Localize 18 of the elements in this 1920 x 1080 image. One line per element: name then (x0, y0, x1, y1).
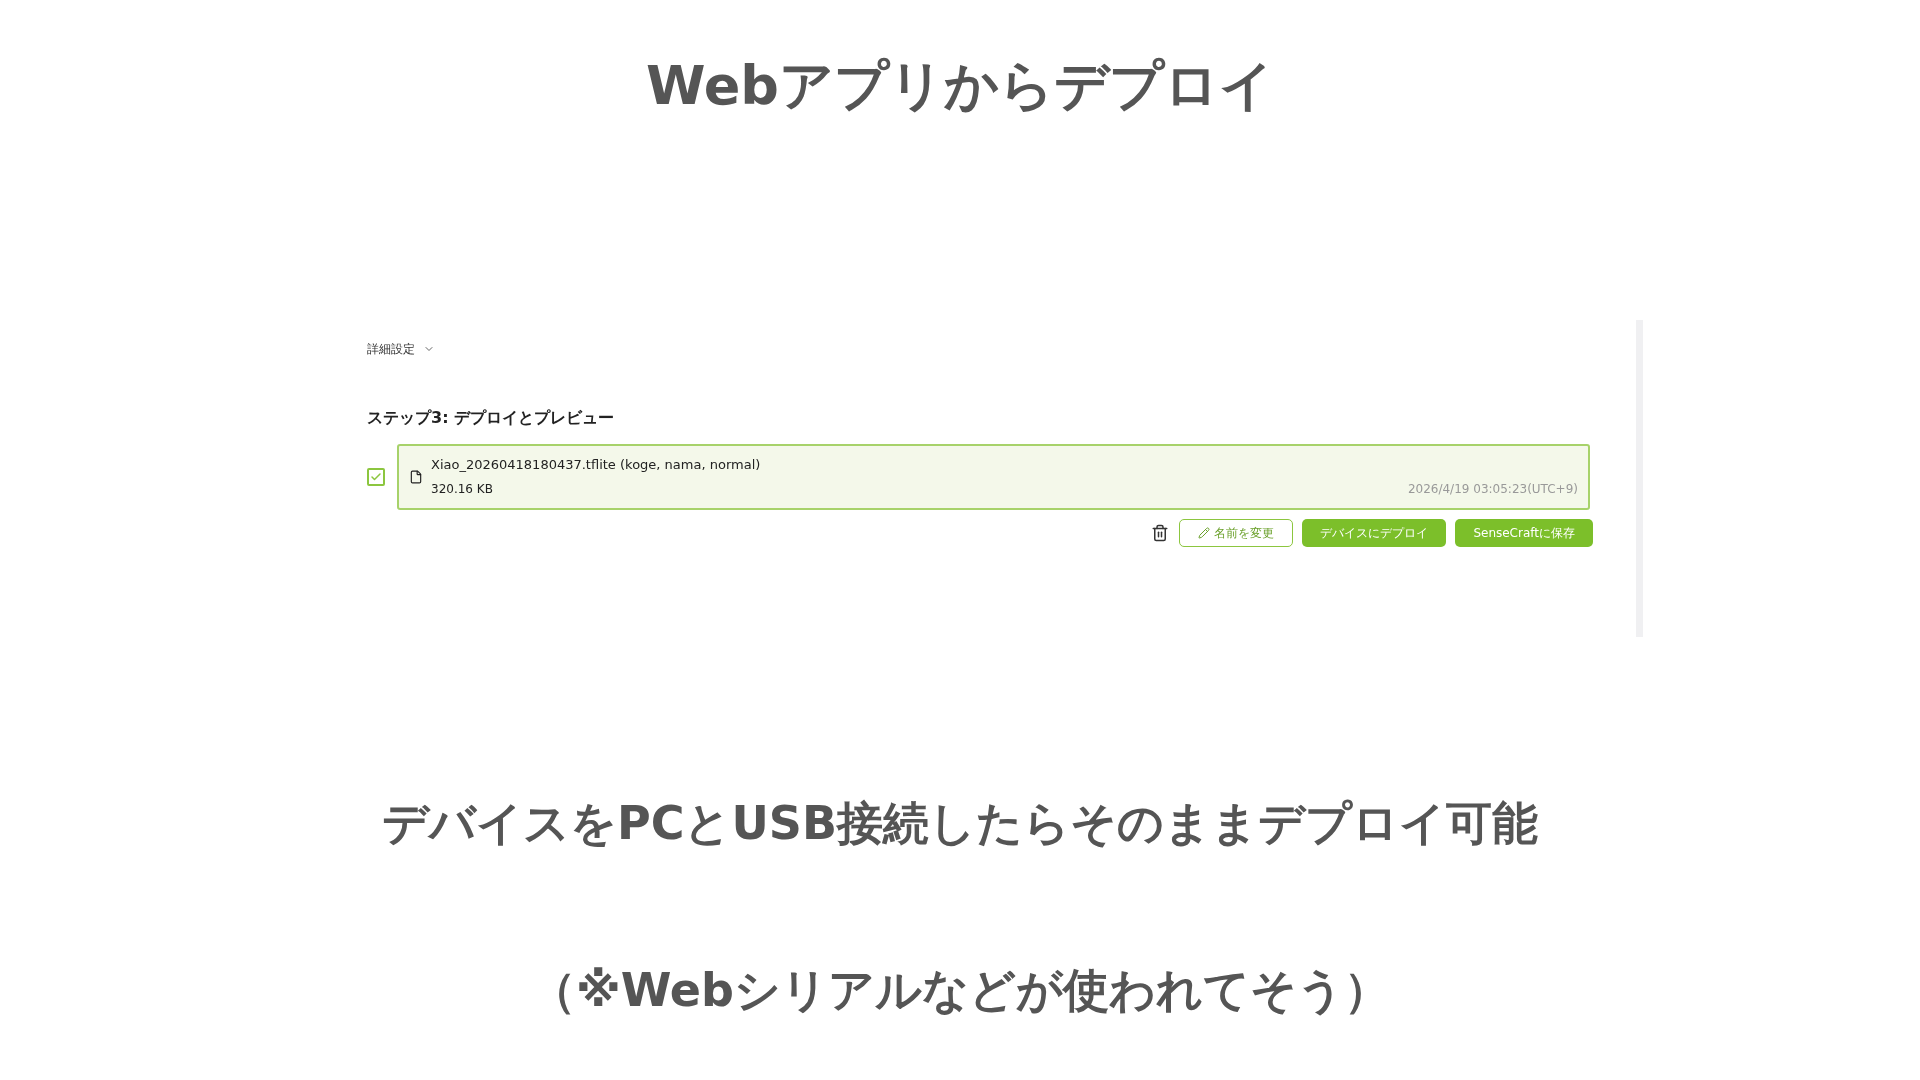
model-timestamp: 2026/4/19 03:05:23(UTC+9) (1407, 481, 1578, 499)
delete-button[interactable] (1151, 523, 1170, 542)
advanced-settings-toggle[interactable]: 詳細設定 (367, 339, 435, 358)
caption: （※Webシリアルなどが使われてそう） (530, 961, 1390, 1019)
action-button[interactable]: デバイスにデプロイ (1302, 518, 1447, 547)
file-icon (409, 469, 423, 484)
check-icon (370, 470, 382, 483)
checkbox[interactable] (367, 467, 385, 486)
action-button[interactable]: SenseCraftに保存 (1455, 518, 1593, 547)
model-size: 320.16 KB (431, 481, 493, 499)
step-heading: ステップ3: デプロイとプレビュー (367, 406, 616, 429)
model-card[interactable]: Xiao_20260418180437.tflite (koge, nama, normal) 320.16 KB 2026/4/19 03:05:23(UTC+9) (397, 443, 1590, 510)
caption: デバイスをPCとUSB接続したらそのままデプロイ可能 (382, 794, 1538, 852)
slide-title: Webアプリからデプロイ (646, 53, 1274, 119)
pencil-icon (1198, 526, 1211, 539)
trash-icon (1151, 523, 1170, 542)
model-name: Xiao_20260418180437.tflite (koge, nama, normal) (431, 455, 761, 474)
rename-button[interactable]: 名前を変更 (1179, 518, 1294, 547)
